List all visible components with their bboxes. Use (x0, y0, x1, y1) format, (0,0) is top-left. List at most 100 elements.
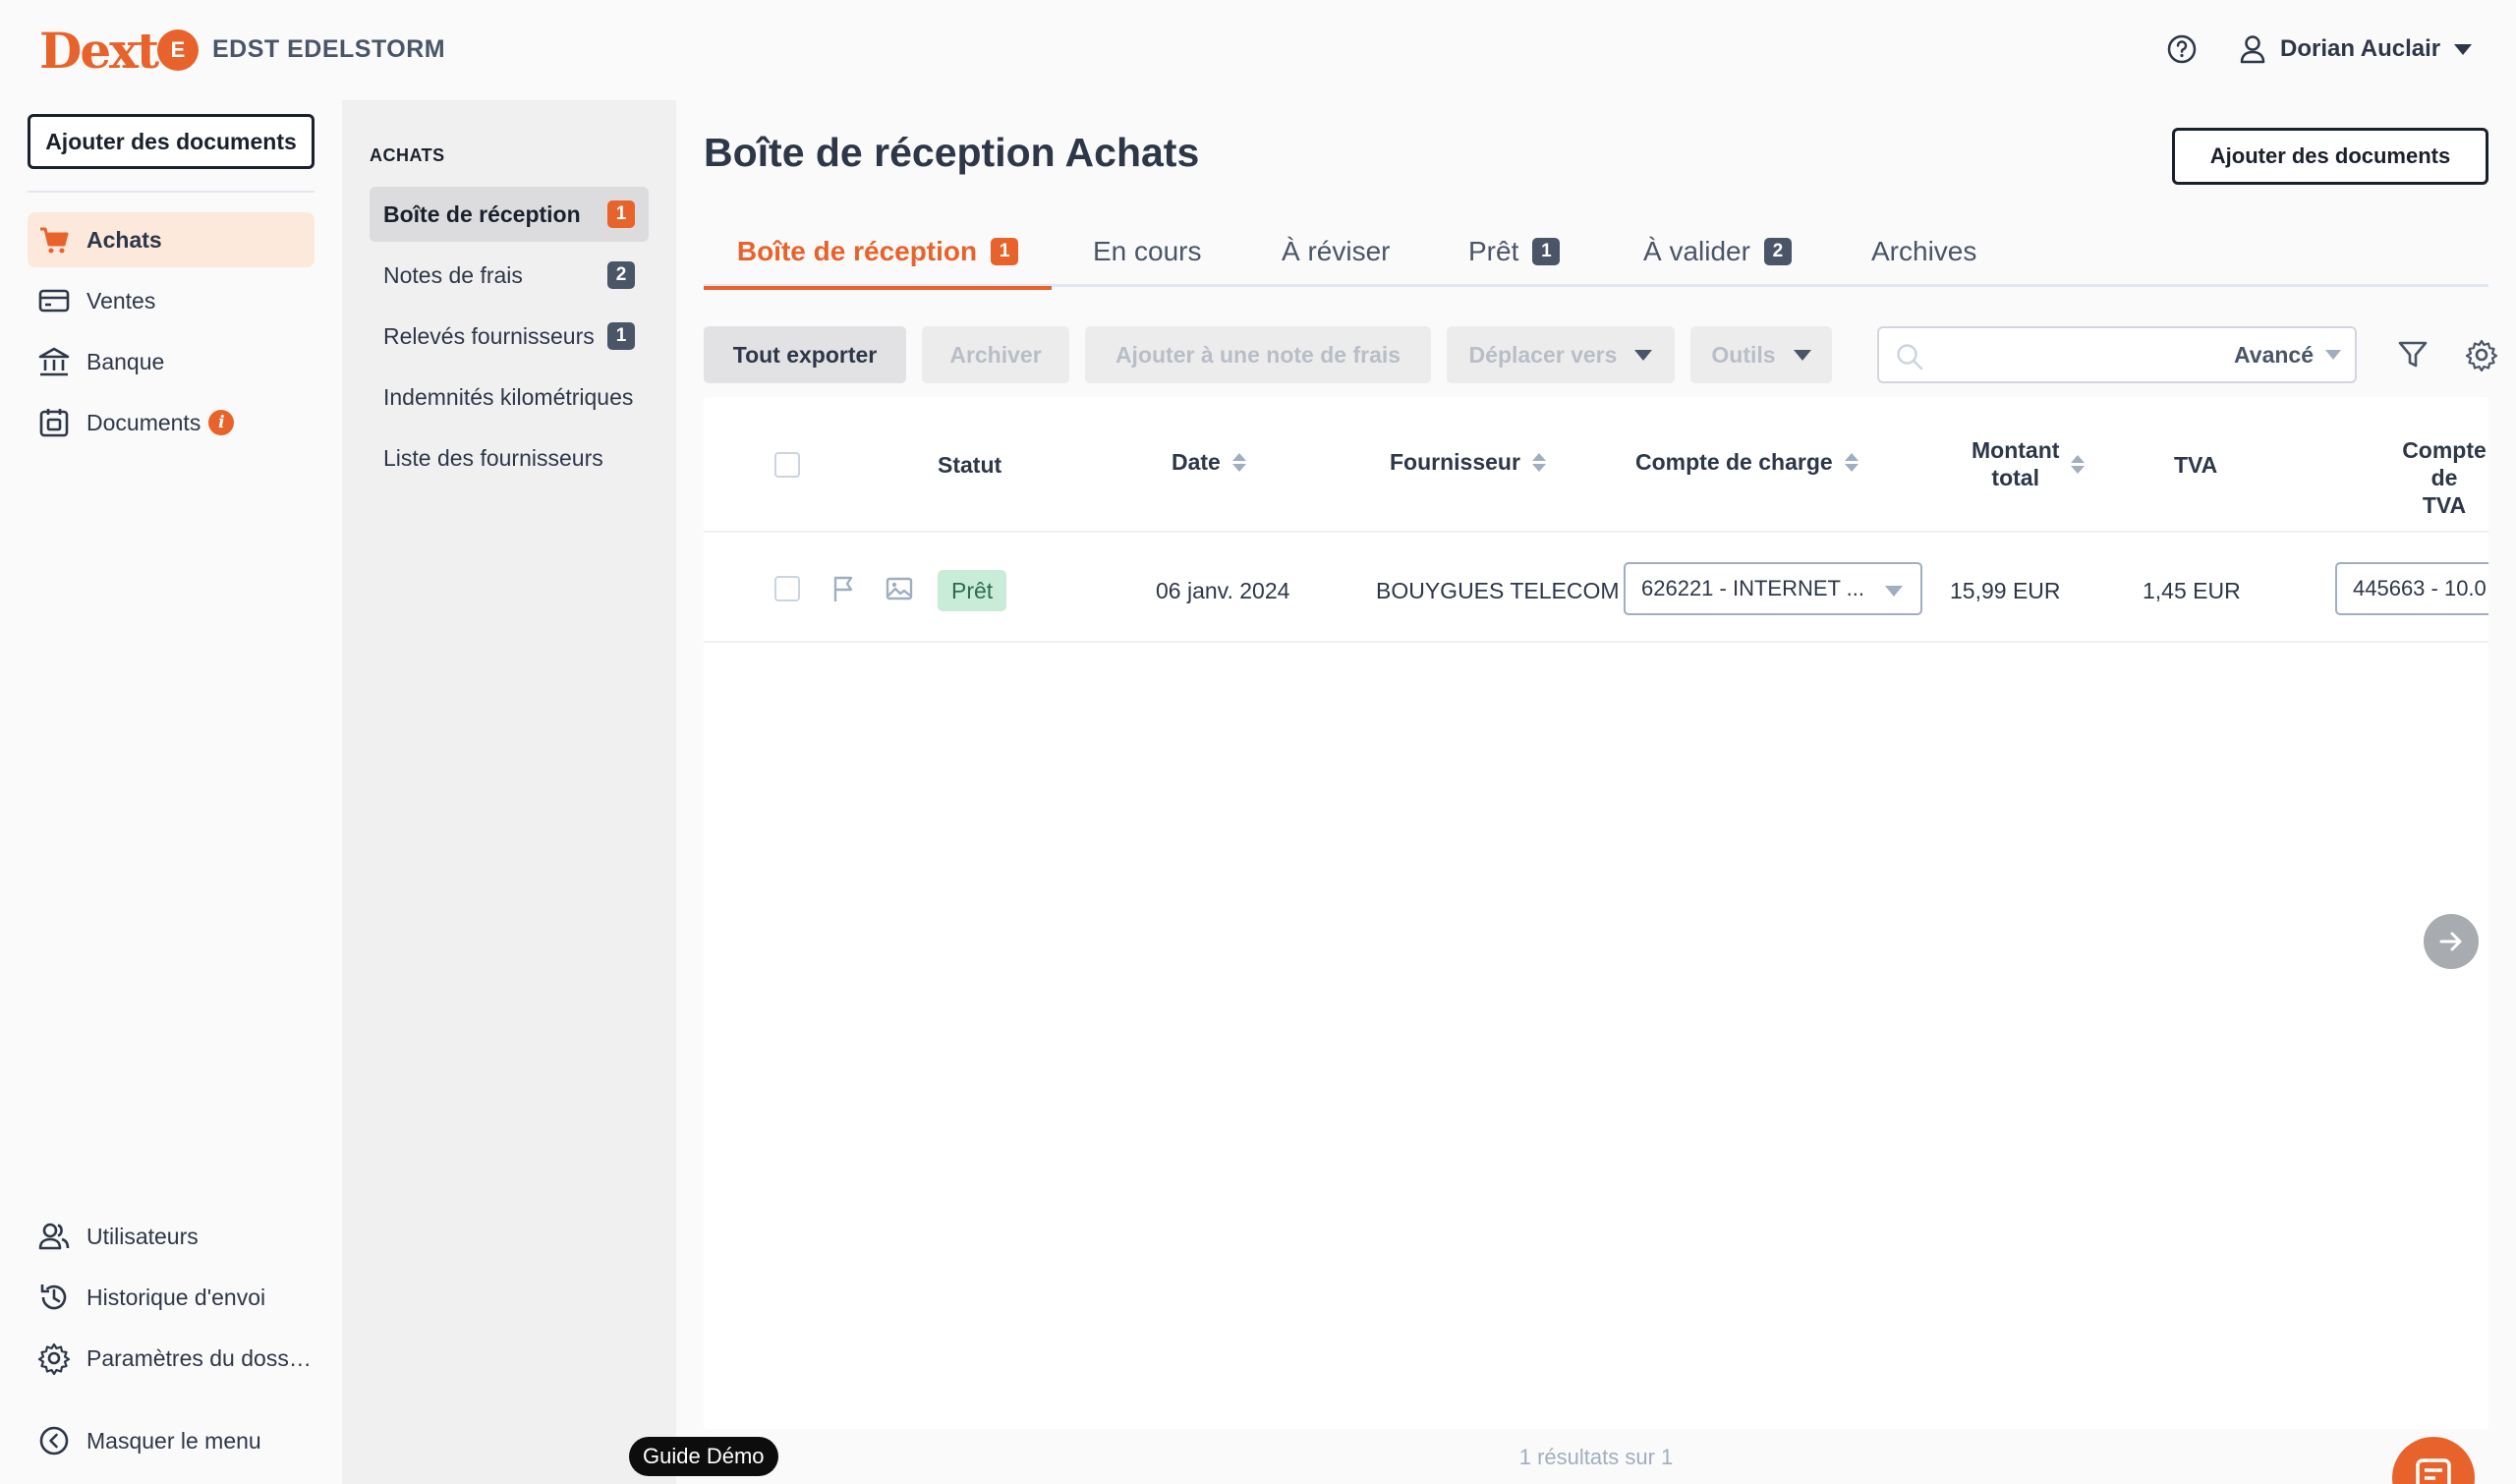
tab-in-progress[interactable]: En cours (1093, 216, 1202, 287)
subnav-item-label: Indemnités kilométriques (383, 383, 634, 410)
subnav-item-label: Notes de frais (383, 261, 523, 288)
user-name: Dorian Auclair (2280, 35, 2441, 62)
users-icon (38, 1223, 70, 1250)
page-title: Boîte de réception Achats (704, 130, 1200, 175)
tab-to-review[interactable]: À réviser (1282, 216, 1390, 287)
sidebar-item-ventes[interactable]: Ventes (28, 273, 314, 328)
sort-icon (1531, 452, 1546, 472)
sidebar-item-documents[interactable]: Documents i (28, 395, 314, 450)
subnav-item-label: Relevés fournisseurs (383, 322, 595, 349)
guide-demo-badge[interactable]: Guide Démo (629, 1437, 778, 1476)
vat-account-select[interactable]: 445663 - 10.0 (2335, 562, 2488, 615)
chevron-left-circle-icon (39, 1426, 69, 1455)
sort-icon (2071, 454, 2086, 474)
document-icon (39, 409, 69, 437)
tab-to-validate[interactable]: À valider 2 (1643, 216, 1792, 287)
purchases-subnav: ACHATS Boîte de réception 1 Notes de fra… (342, 100, 676, 1484)
move-to-dropdown[interactable]: Déplacer vers (1447, 326, 1675, 383)
tab-archives[interactable]: Archives (1871, 216, 1976, 287)
sidebar-item-historique[interactable]: Historique d'envoi (28, 1270, 314, 1325)
advanced-search-dropdown[interactable]: Avancé (2234, 328, 2341, 381)
column-header-vat-account[interactable]: Compte de TVA (2400, 436, 2488, 519)
tools-dropdown[interactable]: Outils (1690, 326, 1832, 383)
column-header-label: Compte de charge (1635, 449, 1833, 475)
tab-label: Archives (1871, 236, 1977, 266)
sidebar-item-label: Documents (86, 409, 201, 435)
dext-logo[interactable]: Dext (39, 22, 159, 80)
divider (28, 191, 314, 193)
expense-account-select[interactable]: 626221 - INTERNET ... (1624, 562, 1922, 615)
export-all-button[interactable]: Tout exporter (704, 326, 906, 383)
add-to-expense-report-button[interactable]: Ajouter à une note de frais (1085, 326, 1431, 383)
flag-icon[interactable] (829, 574, 859, 603)
company-avatar[interactable]: E (157, 29, 199, 71)
column-header-supplier[interactable]: Fournisseur (1390, 448, 1546, 476)
chevron-down-icon (1793, 349, 1811, 361)
column-header-expense-account[interactable]: Compte de charge (1635, 448, 1858, 476)
add-documents-button[interactable]: Ajouter des documents (2172, 128, 2488, 185)
search-icon (1897, 344, 1923, 371)
main-sidebar: Ajouter des documents Achats Ventes Banq… (0, 100, 342, 1484)
sidebar-item-banque[interactable]: Banque (28, 334, 314, 389)
help-circle-icon[interactable] (2166, 33, 2198, 65)
add-documents-button[interactable]: Ajouter des documents (28, 114, 314, 169)
sidebar-item-label: Paramètres du doss… (86, 1344, 312, 1371)
company-name[interactable]: EDST EDELSTORM (212, 35, 445, 64)
sidebar-item-parametres[interactable]: Paramètres du doss… (28, 1331, 314, 1386)
column-header-status[interactable]: Statut (938, 451, 1001, 479)
column-header-label-line: total (1991, 465, 2039, 490)
subnav-item-mileage[interactable]: Indemnités kilométriques (370, 370, 649, 425)
subnav-title: ACHATS (370, 145, 445, 165)
cell-supplier: BOUYGUES TELECOM (1376, 578, 1620, 603)
table-header: Statut Date Fournisseur Compte de charge… (704, 397, 2488, 533)
column-header-label-line: Compte de (2402, 437, 2487, 490)
subnav-item-label: Boîte de réception (383, 200, 581, 227)
tab-label: Boîte de réception (736, 235, 978, 266)
status-badge: Prêt (938, 570, 1007, 611)
column-header-label: Date (1172, 449, 1221, 475)
collapse-menu-label: Masquer le menu (86, 1427, 261, 1454)
subnav-item-inbox[interactable]: Boîte de réception 1 (370, 187, 649, 242)
tab-label: Prêt (1468, 236, 1519, 266)
column-header-label-line: TVA (2422, 492, 2467, 518)
info-icon[interactable]: i (208, 410, 235, 435)
column-header-total[interactable]: Montant total (1972, 436, 2086, 491)
sidebar-item-label: Historique d'envoi (86, 1284, 266, 1310)
cell-vat: 1,45 EUR (2143, 578, 2241, 603)
collapse-menu-button[interactable]: Masquer le menu (28, 1413, 314, 1468)
row-checkbox[interactable] (774, 576, 800, 601)
column-header-vat[interactable]: TVA (2174, 451, 2217, 479)
user-icon (2240, 35, 2265, 64)
chevron-down-icon (1634, 349, 1653, 361)
vat-account-value: 445663 - 10.0 (2353, 576, 2487, 600)
search-input[interactable]: Avancé (1877, 326, 2357, 383)
settings-gear-icon[interactable] (2465, 338, 2498, 371)
subnav-item-supplier-list[interactable]: Liste des fournisseurs (370, 430, 649, 485)
sort-icon (1844, 452, 1858, 472)
table-row[interactable]: Prêt 06 janv. 2024 BOUYGUES TELECOM 6262… (704, 535, 2488, 643)
column-header-label-line: Montant (1972, 437, 2060, 463)
action-toolbar: Tout exporter Archiver Ajouter à une not… (704, 326, 2498, 383)
scroll-right-button[interactable] (2424, 914, 2479, 969)
cell-date: 06 janv. 2024 (1156, 578, 1290, 603)
subnav-item-supplier-statements[interactable]: Relevés fournisseurs 1 (370, 309, 649, 364)
column-header-label: Montant total (1972, 436, 2059, 491)
move-to-label: Déplacer vers (1468, 341, 1618, 368)
sidebar-item-utilisateurs[interactable]: Utilisateurs (28, 1209, 314, 1264)
tools-label: Outils (1711, 341, 1776, 368)
archive-button[interactable]: Archiver (922, 326, 1069, 383)
tab-inbox[interactable]: Boîte de réception 1 (704, 216, 1052, 290)
subnav-item-expense-reports[interactable]: Notes de frais 2 (370, 248, 649, 303)
tab-label: En cours (1093, 236, 1202, 266)
count-badge: 1 (607, 200, 635, 228)
tab-ready[interactable]: Prêt 1 (1468, 216, 1561, 287)
select-all-checkbox[interactable] (774, 452, 800, 478)
image-preview-icon[interactable] (885, 574, 914, 603)
sidebar-item-achats[interactable]: Achats (28, 212, 314, 267)
wallet-icon (38, 289, 70, 313)
column-header-date[interactable]: Date (1172, 448, 1246, 476)
tab-label: À réviser (1282, 236, 1391, 266)
user-menu[interactable]: Dorian Auclair (2239, 29, 2473, 69)
chevron-down-icon (2454, 43, 2473, 55)
filter-icon[interactable] (2396, 338, 2430, 371)
